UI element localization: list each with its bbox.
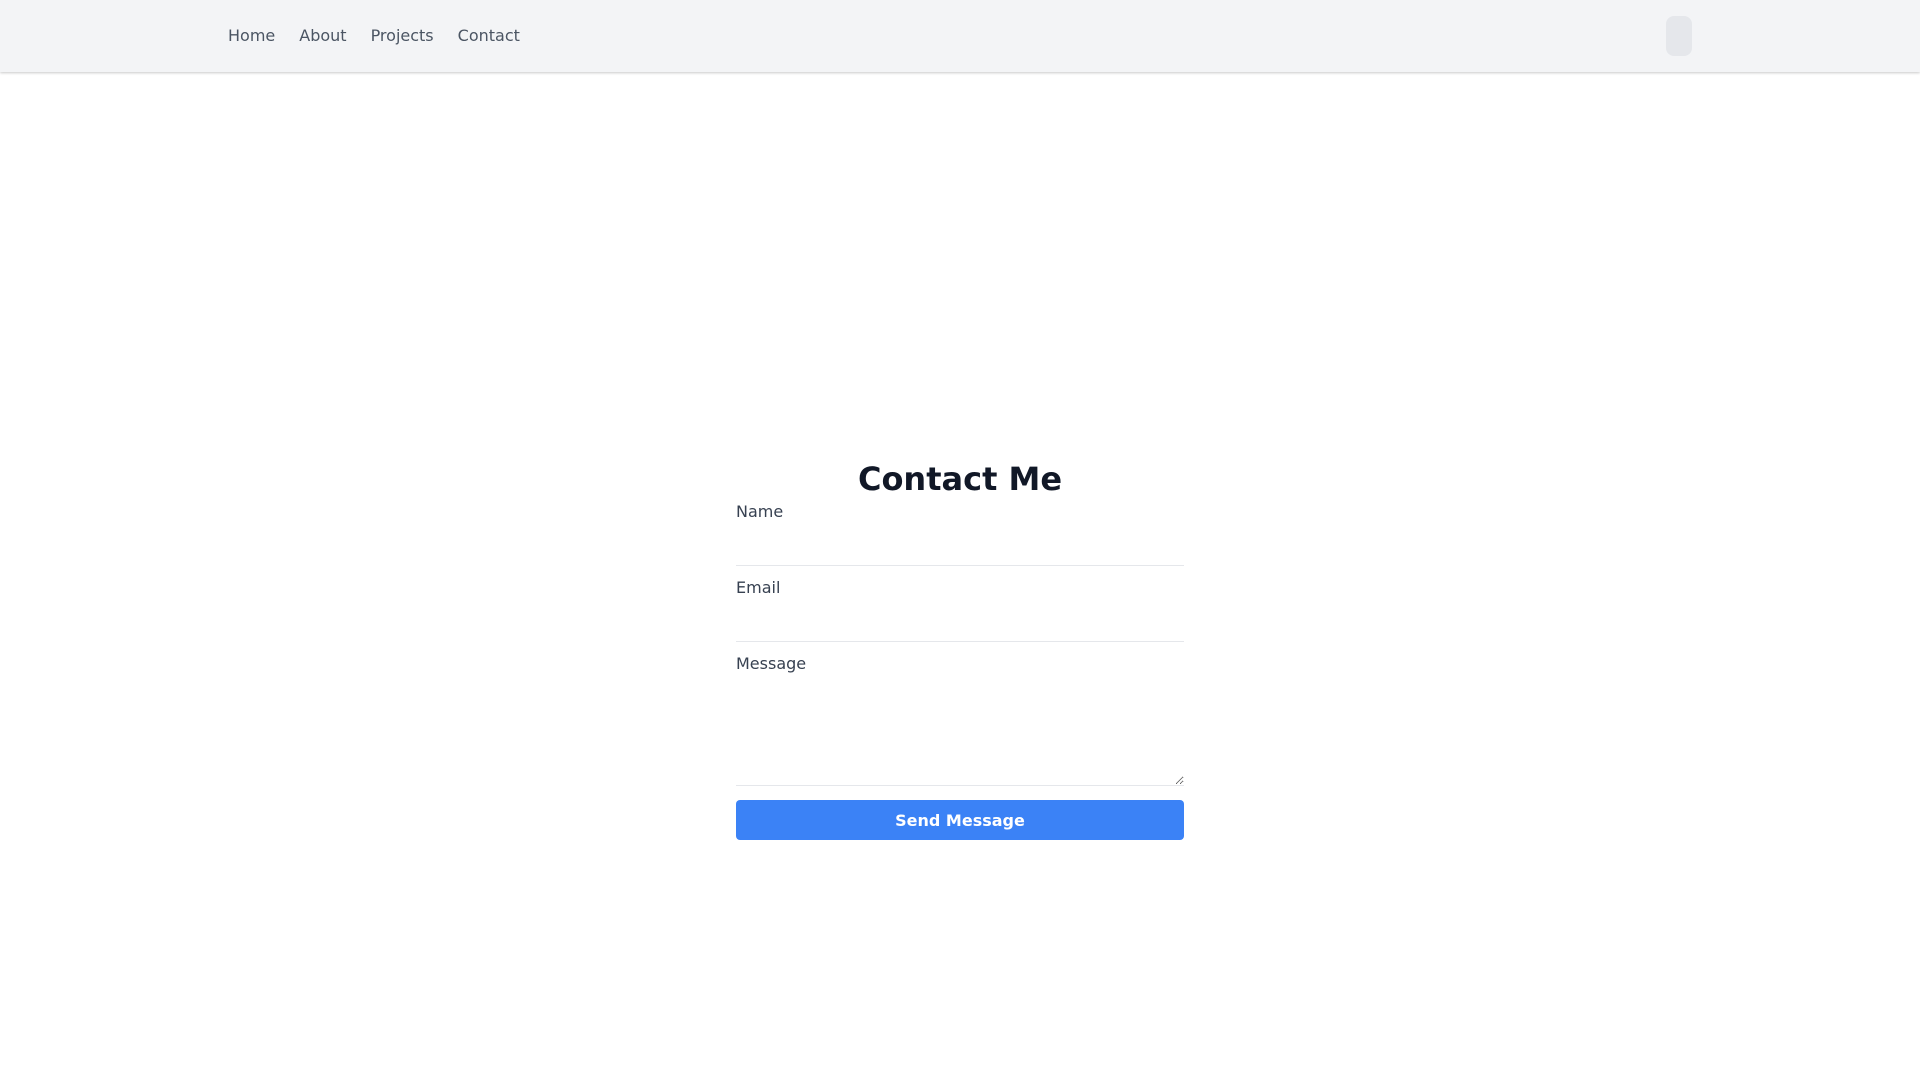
- name-field-group: Name: [736, 502, 1184, 566]
- email-field-group: Email: [736, 578, 1184, 642]
- main-nav: Home About Projects Contact: [228, 0, 520, 72]
- message-textarea[interactable]: [736, 682, 1184, 786]
- theme-toggle-button[interactable]: [1666, 16, 1692, 56]
- contact-section: Contact Me Name Email Message Send Messa…: [736, 456, 1184, 840]
- nav-link-contact[interactable]: Contact: [458, 28, 520, 44]
- page-title: Contact Me: [857, 460, 1063, 498]
- nav-link-home[interactable]: Home: [228, 28, 275, 44]
- top-navbar: Home About Projects Contact: [0, 0, 1920, 72]
- message-field-group: Message: [736, 654, 1184, 786]
- name-input[interactable]: [736, 530, 1184, 566]
- nav-link-projects[interactable]: Projects: [371, 28, 434, 44]
- email-input[interactable]: [736, 606, 1184, 642]
- name-label: Name: [736, 502, 784, 521]
- email-label: Email: [736, 578, 781, 597]
- nav-link-about[interactable]: About: [299, 28, 346, 44]
- send-message-button[interactable]: Send Message: [736, 800, 1184, 840]
- message-label: Message: [736, 654, 807, 673]
